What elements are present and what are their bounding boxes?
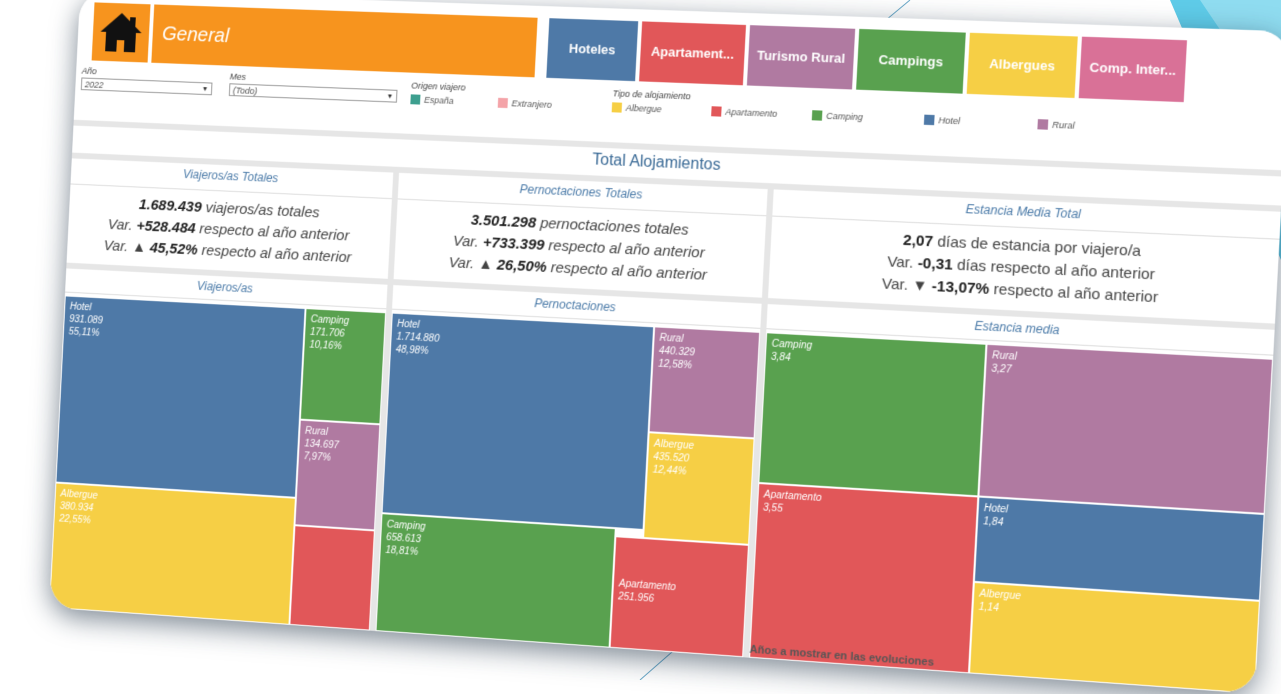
tab-campings[interactable]: Campings [856,28,966,94]
treemap-cell-camping[interactable]: Camping 658.613 18,81% [375,513,616,648]
kpi-value: 2,07 [902,231,934,251]
chevron-down-icon: ▼ [386,93,394,101]
mes-label: Mes [229,71,247,82]
kpi-text: respecto al año anterior [546,259,708,284]
anio-label: Año [81,65,97,77]
legend-extranjero[interactable]: Extranjero [511,98,552,110]
tab-apartamentos[interactable]: Apartament... [639,21,747,86]
chevron-down-icon: ▼ [201,86,209,94]
legend-albergue[interactable]: Albergue [626,103,662,114]
treemap-cell-apartamento[interactable]: Apartamento 3,55 [749,482,979,674]
mes-value: (Todo) [232,85,258,97]
kpi-text: viajeros/as totales [201,199,320,222]
treemap-cell-camping[interactable]: Camping 171.706 10,16% [299,308,387,425]
legend-swatch-apartamento [711,106,722,117]
legend-swatch-espana [410,94,421,105]
mes-select[interactable]: (Todo) ▼ [228,83,398,103]
legend-hotel[interactable]: Hotel [938,115,960,126]
tab-comp-internacional[interactable]: Comp. Inter... [1078,36,1188,103]
kpi-text: respecto al año anterior [197,241,352,267]
treemap-cell-albergue[interactable]: Albergue 435.520 12,44% [643,432,755,545]
page-title: General [151,4,538,78]
legend-apartamento[interactable]: Apartamento [725,107,777,119]
home-icon [99,12,143,53]
kpi-value: 45,52% [149,239,199,259]
legend-espana[interactable]: España [424,95,454,106]
cell-pct: 10,16% [309,339,343,353]
legend-swatch-extranjero [497,97,508,109]
tab-turismo-rural[interactable]: Turismo Rural [746,25,856,90]
treemap-cell-hotel[interactable]: Hotel 1.714.880 48,98% [381,312,655,531]
kpi-value: -0,31 [917,254,954,274]
legend-swatch-hotel [923,114,935,126]
treemap-cell-apartamento[interactable] [289,525,375,631]
treemap-cell-apartamento[interactable]: Apartamento 251.956 [609,536,750,658]
kpi-text: Var. [452,232,484,251]
kpi-value: 26,50% [496,256,548,276]
tab-albergues[interactable]: Albergues [966,32,1078,98]
treemap-cell-rural[interactable]: Rural 134.697 7,97% [294,419,381,531]
dashboard-frame: General Hoteles Apartament... Turismo Ru… [49,0,1281,694]
kpi-value: +733.399 [482,234,545,254]
kpi-value: +528.484 [136,217,196,237]
kpi-text: Var. [886,253,919,272]
tab-hoteles[interactable]: Hoteles [546,18,639,82]
treemap-cell-camping[interactable]: Camping 3,84 [758,332,987,497]
anio-value: 2022 [84,79,104,90]
kpi-value: -13,07% [931,277,990,298]
kpi-text: Var. ▲ [103,237,151,257]
legend-swatch-rural [1037,119,1049,130]
legend-swatch-albergue [611,102,623,113]
tipo-label: Tipo de alojamiento [612,88,691,102]
kpi-text: Var. ▼ [881,275,933,296]
kpi-text: Var. ▲ [448,254,498,274]
home-button[interactable] [91,2,151,63]
treemap-cell-albergue[interactable]: Albergue 380.934 22,55% [49,482,296,625]
legend-rural[interactable]: Rural [1052,120,1075,131]
anio-select[interactable]: 2022 ▼ [80,77,213,96]
legend-camping[interactable]: Camping [826,111,863,123]
treemap-cell-hotel[interactable]: Hotel 931.089 55,11% [55,295,306,498]
kpi-text: Var. [107,216,137,235]
kpi-value: 1.689.439 [138,196,203,216]
treemap-cell-rural[interactable]: Rural 440.329 12,58% [648,326,761,439]
kpi-pernoctaciones: 3.501.298 pernoctaciones totales Var. +7… [394,206,766,289]
kpi-viajeros: 1.689.439 viajeros/as totales Var. +528.… [67,191,392,271]
kpi-value: 3.501.298 [470,211,537,232]
legend-swatch-camping [811,110,823,121]
treemap-cell-rural[interactable]: Rural 3,27 [978,343,1274,514]
origen-label: Origen viajero [411,80,466,93]
